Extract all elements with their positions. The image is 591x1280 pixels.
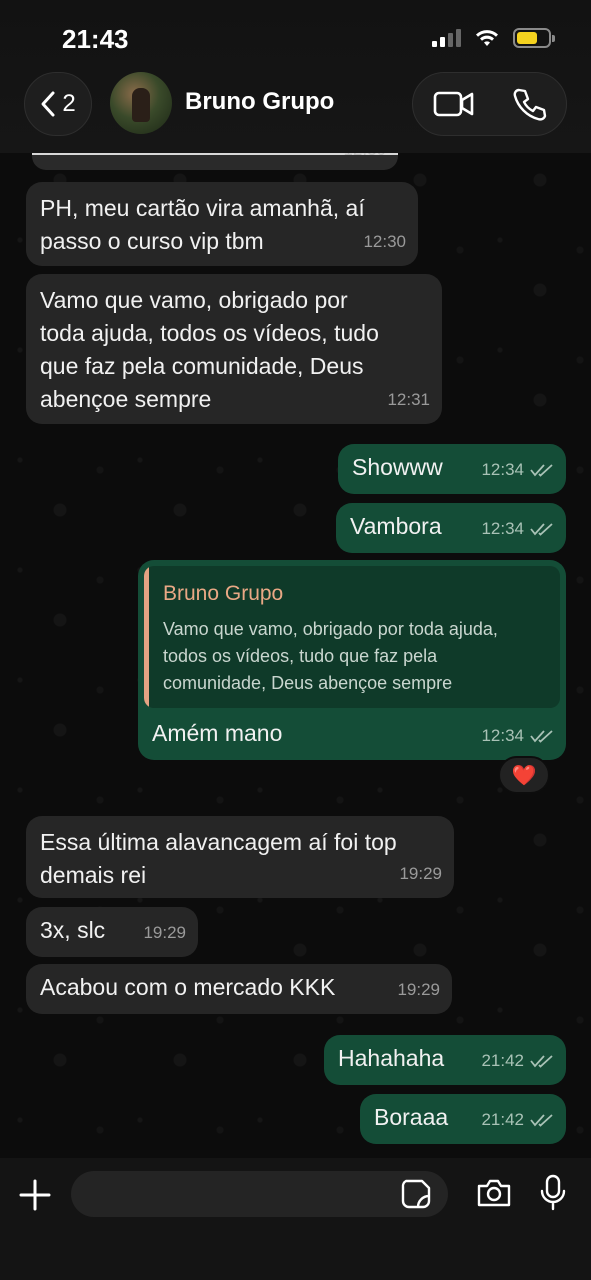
message-bubble-incoming[interactable]: Essa última alavancagem aí foi top demai… bbox=[26, 816, 454, 898]
message-text: Showww bbox=[352, 454, 443, 480]
message-time: 19:29 bbox=[143, 923, 186, 942]
message-text-line: abençoe sempre bbox=[40, 386, 212, 412]
message-text-line: toda ajuda, todos os vídeos, tudo bbox=[40, 320, 379, 346]
message-text-line: PH, meu cartão vira amanhã, aí bbox=[40, 195, 365, 221]
message-time: 12:31 bbox=[387, 390, 430, 409]
double-check-icon bbox=[530, 1113, 553, 1127]
avatar[interactable] bbox=[110, 72, 172, 134]
video-camera-icon[interactable] bbox=[433, 88, 475, 120]
chevron-left-icon bbox=[41, 91, 55, 117]
message-time: 12:34 bbox=[481, 519, 524, 538]
status-time: 21:43 bbox=[62, 24, 129, 54]
message-text: Hahahaha bbox=[338, 1045, 445, 1071]
message-time: 19:29 bbox=[399, 864, 442, 883]
message-time: 12:34 bbox=[481, 726, 524, 745]
cellular-signal-icon bbox=[432, 29, 461, 47]
message-bubble-outgoing[interactable]: Showww 12:34 bbox=[338, 444, 566, 494]
double-check-icon bbox=[530, 1054, 553, 1068]
camera-icon[interactable] bbox=[476, 1177, 512, 1209]
message-text-line: Essa última alavancagem aí foi top bbox=[40, 829, 397, 855]
quote-accent-bar bbox=[144, 566, 149, 708]
quote-text-line: todos os vídeos, tudo que faz pela bbox=[163, 646, 438, 666]
quote-author: Bruno Grupo bbox=[163, 582, 284, 605]
message-bubble-outgoing[interactable]: Boraaa 21:42 bbox=[360, 1094, 566, 1144]
message-text-line: passo o curso vip tbm bbox=[40, 228, 264, 254]
quote-text-line: Vamo que vamo, obrigado por toda ajuda, bbox=[163, 619, 498, 639]
message-input[interactable] bbox=[71, 1171, 448, 1217]
call-actions bbox=[412, 72, 567, 136]
message-time: 21:42 bbox=[481, 1110, 524, 1129]
chat-title[interactable]: Bruno Grupo bbox=[185, 88, 334, 116]
double-check-icon bbox=[530, 522, 553, 536]
message-bubble-outgoing[interactable]: Vambora 12:34 bbox=[336, 503, 566, 553]
battery-icon bbox=[513, 28, 555, 48]
message-time: 19:29 bbox=[397, 980, 440, 999]
message-bubble-incoming[interactable]: Vamo que vamo, obrigado por toda ajuda, … bbox=[26, 274, 442, 424]
reaction-badge[interactable]: ❤️ bbox=[498, 756, 550, 794]
quote-text-line: comunidade, Deus abençoe sempre bbox=[163, 673, 453, 693]
message-text: Acabou com o mercado KKK bbox=[40, 974, 336, 1000]
unread-count: 2 bbox=[62, 90, 76, 117]
message-text: 3x, slc bbox=[40, 917, 106, 943]
message-text: Boraaa bbox=[374, 1104, 449, 1130]
message-text-line: demais rei bbox=[40, 862, 147, 888]
back-button[interactable]: 2 bbox=[24, 72, 92, 136]
double-check-icon bbox=[530, 729, 553, 743]
sticker-icon[interactable] bbox=[400, 1178, 432, 1210]
wifi-icon bbox=[476, 30, 498, 46]
message-bubble-incoming[interactable]: 3x, slc 19:29 bbox=[26, 907, 198, 957]
message-text-line: Vamo que vamo, obrigado por bbox=[40, 287, 348, 313]
microphone-icon[interactable] bbox=[540, 1174, 566, 1212]
reply-message-text: Amém mano bbox=[152, 720, 283, 746]
message-bubble-outgoing[interactable]: Hahahaha 21:42 bbox=[324, 1035, 566, 1085]
composer-bar bbox=[0, 1158, 591, 1280]
quoted-message[interactable]: Bruno Grupo Vamo que vamo, obrigado por … bbox=[144, 566, 560, 708]
message-time: 21:42 bbox=[481, 1051, 524, 1070]
message-bubble-incoming[interactable]: Acabou com o mercado KKK 19:29 bbox=[26, 964, 452, 1014]
message-text: Vambora bbox=[350, 513, 442, 539]
plus-icon[interactable] bbox=[18, 1178, 52, 1212]
double-check-icon bbox=[530, 463, 553, 477]
message-time: 12:34 bbox=[481, 460, 524, 479]
message-time: 12:30 bbox=[363, 232, 406, 251]
status-icons bbox=[432, 28, 555, 48]
message-bubble-incoming[interactable]: PH, meu cartão vira amanhã, aí passo o c… bbox=[26, 182, 418, 266]
phone-icon[interactable] bbox=[511, 87, 547, 123]
message-text-line: que faz pela comunidade, Deus bbox=[40, 353, 364, 379]
header: 21:43 2 Bruno Grupo bbox=[0, 0, 591, 153]
quote-text: Vamo que vamo, obrigado por toda ajuda, … bbox=[163, 616, 553, 697]
